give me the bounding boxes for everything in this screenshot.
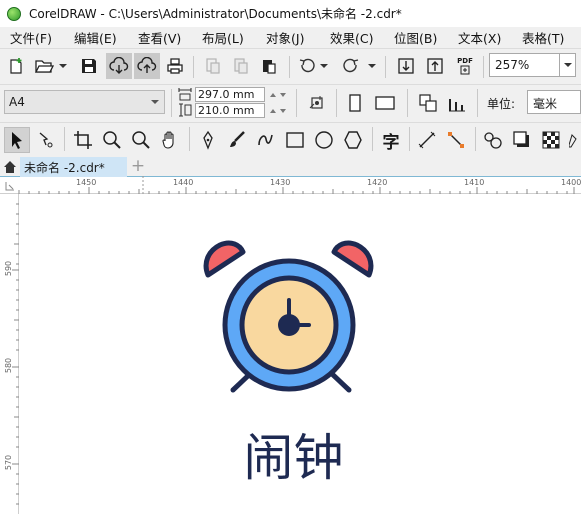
clock-title-text[interactable]: 闹钟	[0, 418, 581, 490]
left-bell[interactable]	[203, 240, 246, 278]
right-bell[interactable]	[331, 240, 374, 278]
